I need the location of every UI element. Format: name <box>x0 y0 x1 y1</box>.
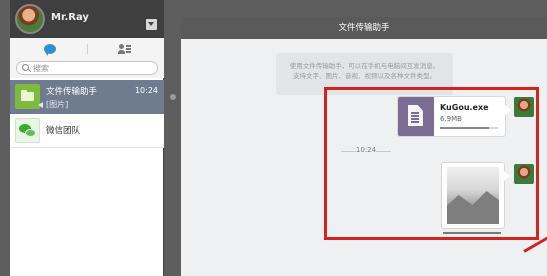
tab-divider <box>87 44 88 54</box>
conversation-item-file-helper[interactable]: 文件传输助手 10:24 [图片] <box>10 80 164 114</box>
wechat-team-avatar <box>15 118 40 143</box>
highlight-box <box>324 87 539 240</box>
chat-title: 文件传输助手 <box>181 17 547 39</box>
profile-bar: Mr.Ray <box>10 0 164 38</box>
conversation-time: 10:24 <box>134 86 158 95</box>
chat-bubble-icon[interactable] <box>44 44 56 56</box>
notice-line: 使用文件传输助手，可以在手机与电脑间互发消息。 <box>289 62 440 70</box>
search-placeholder: 搜索 <box>33 64 49 73</box>
conversation-name: 文件传输助手 <box>46 87 98 97</box>
contacts-icon[interactable] <box>118 44 131 55</box>
conversation-item-wechat-team[interactable]: 微信团队 <box>10 114 164 148</box>
conversation-preview: [图片] <box>38 99 68 110</box>
notice-line: 支持文字、图片、音视、视频以及各种文件类型。 <box>293 72 436 80</box>
tab-bar <box>10 38 164 60</box>
chat-panel: 文件传输助手 使用文件传输助手，可以在手机与电脑间互发消息。 支持文字、图片、音… <box>181 17 547 276</box>
search-input[interactable]: 搜索 <box>16 61 158 75</box>
file-helper-avatar <box>15 84 40 109</box>
conversation-name: 微信团队 <box>46 126 81 136</box>
avatar[interactable] <box>15 4 45 34</box>
search-icon <box>22 64 29 71</box>
dropdown-icon[interactable] <box>146 19 157 30</box>
search-bar: 搜索 <box>10 60 164 78</box>
sent-icon <box>38 102 43 108</box>
profile-name: Mr.Ray <box>51 12 89 23</box>
splitter-handle[interactable] <box>170 94 176 100</box>
left-panel: Mr.Ray 搜索 文件传输助手 10:24 [图片] 微信团队 <box>10 0 164 276</box>
